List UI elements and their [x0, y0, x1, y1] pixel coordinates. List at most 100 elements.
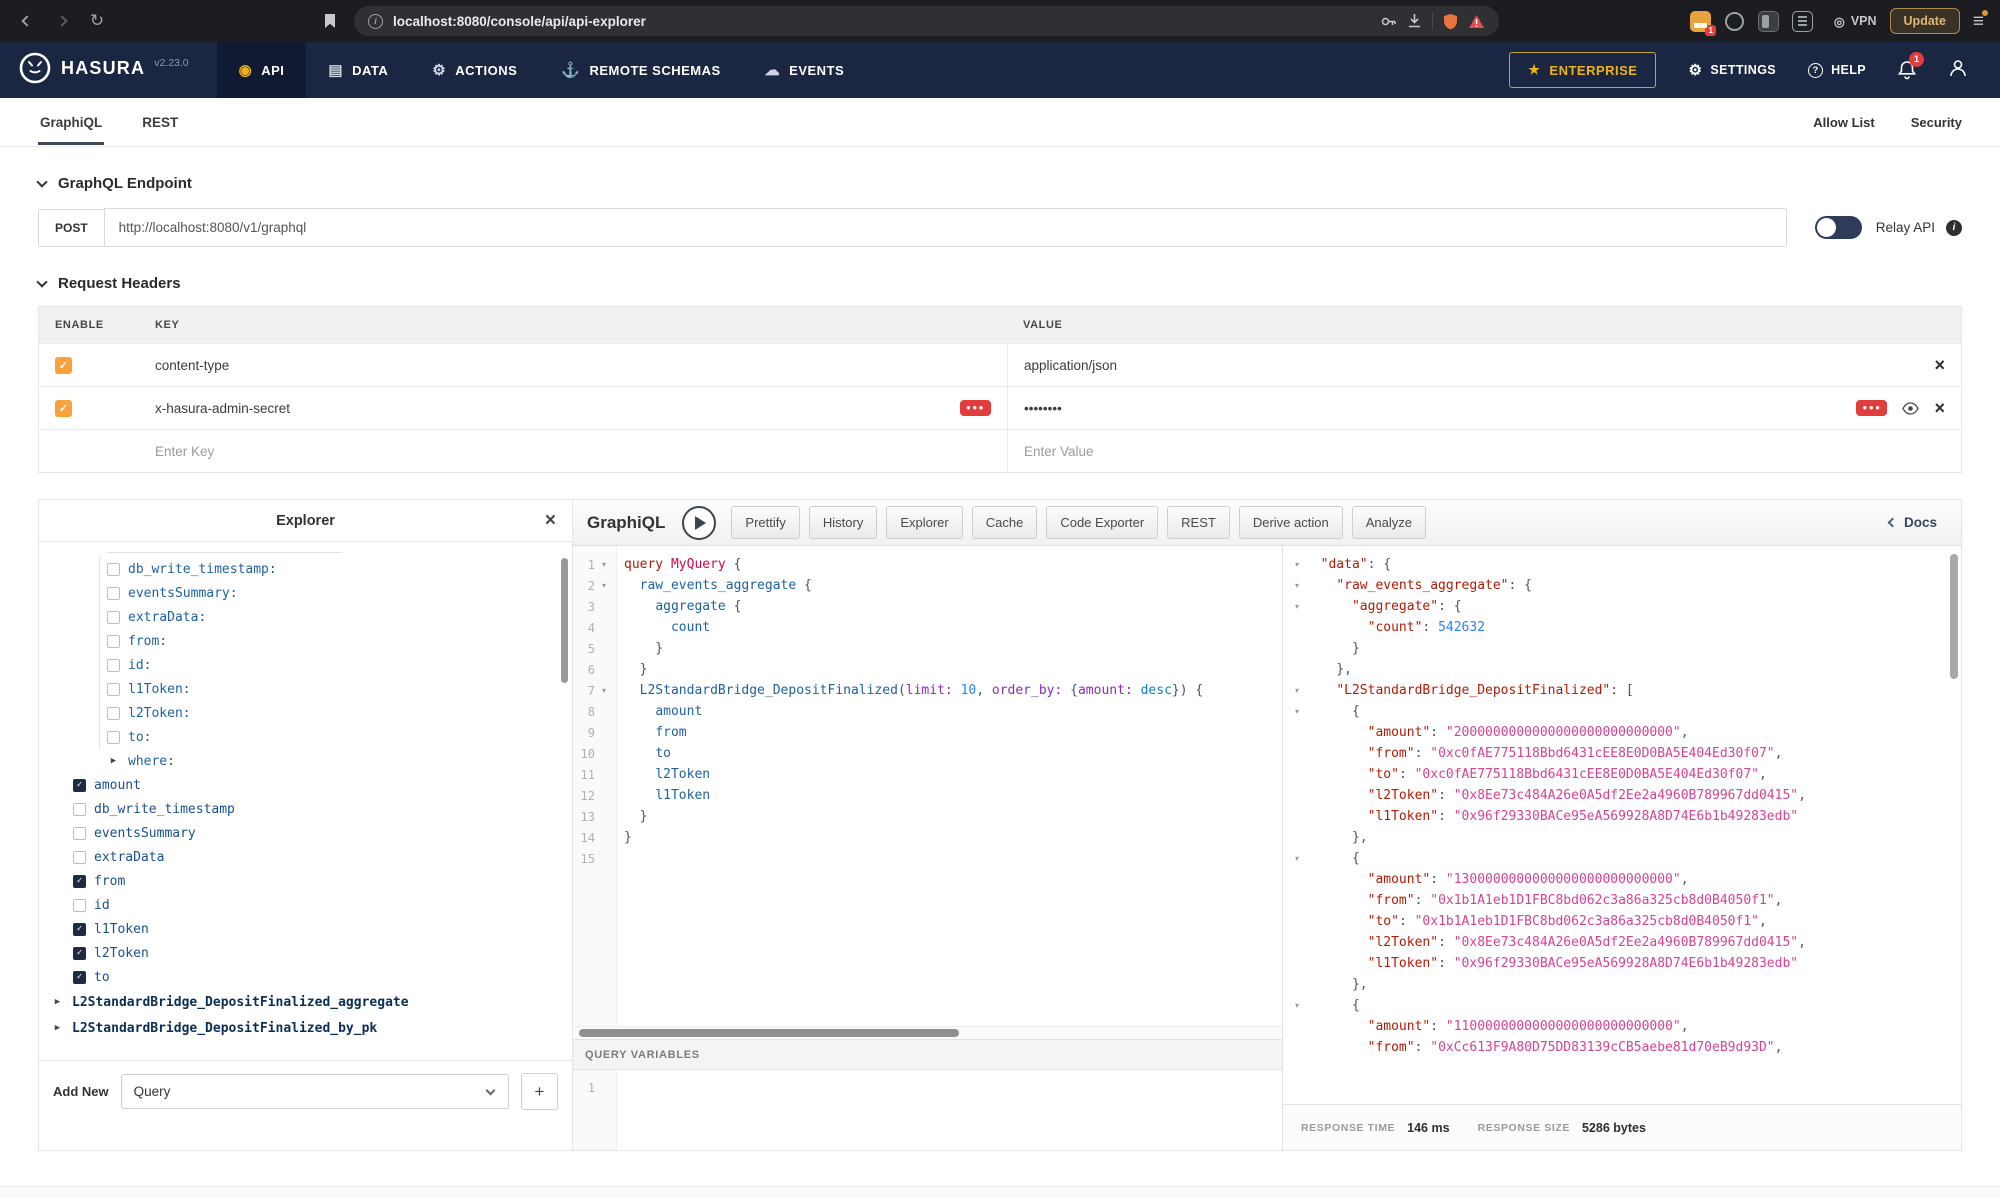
fold-icon[interactable]: ▾: [595, 686, 613, 695]
password-key-icon[interactable]: [1380, 13, 1397, 30]
explorer-item-eventssummary[interactable]: eventsSummary:: [107, 581, 572, 605]
explorer-checkbox[interactable]: ✓: [73, 923, 86, 936]
header-enable-checkbox[interactable]: ✓: [55, 357, 72, 374]
explorer-item-id[interactable]: id: [73, 893, 572, 917]
response-scrollbar[interactable]: [1950, 554, 1958, 679]
explorer-item-l1token[interactable]: ✓l1Token: [73, 917, 572, 941]
forward-icon[interactable]: [51, 17, 73, 25]
nav-tab-events[interactable]: ☁EVENTS: [743, 42, 867, 98]
graphql-endpoint-input[interactable]: http://localhost:8080/v1/graphql: [104, 208, 1787, 247]
explorer-checkbox[interactable]: [107, 563, 120, 576]
browser-menu-icon[interactable]: ≡: [1973, 12, 1984, 31]
query-variables-editor[interactable]: 1: [573, 1070, 1282, 1150]
notifications-button[interactable]: 1: [1898, 60, 1916, 80]
analyze-button[interactable]: Analyze: [1352, 506, 1426, 539]
user-menu-button[interactable]: [1948, 58, 1968, 83]
explorer-checkbox[interactable]: ✓: [73, 779, 86, 792]
subnav-link-security[interactable]: Security: [1911, 115, 1962, 130]
history-button[interactable]: History: [809, 506, 877, 539]
explorer-item-extradata[interactable]: extraData: [73, 845, 572, 869]
explorer-item-db-write-timestamp[interactable]: db_write_timestamp:: [107, 557, 572, 581]
nav-tab-actions[interactable]: ⚙ACTIONS: [410, 42, 539, 98]
explorer-checkbox[interactable]: [73, 899, 86, 912]
new-header-key-input[interactable]: Enter Key: [155, 444, 214, 459]
prettify-button[interactable]: Prettify: [731, 506, 799, 539]
extension-icon-chat[interactable]: 1: [1690, 11, 1711, 32]
explorer-checkbox[interactable]: [107, 731, 120, 744]
header-key[interactable]: x-hasura-admin-secret: [155, 401, 290, 416]
hasura-logo-wrap[interactable]: HASURA v2.23.0: [18, 51, 189, 90]
query-editor[interactable]: 1▾2▾34567▾89101112131415 query MyQuery {…: [573, 546, 1282, 1026]
rest-button[interactable]: REST: [1167, 506, 1230, 539]
derive-action-button[interactable]: Derive action: [1239, 506, 1343, 539]
remove-header-icon[interactable]: ×: [1934, 356, 1945, 374]
explorer-checkbox[interactable]: [73, 827, 86, 840]
explorer-item-l1token[interactable]: l1Token:: [107, 677, 572, 701]
subnav-tab-graphiql[interactable]: GraphiQL: [38, 99, 104, 145]
extension-icon-sidepanel[interactable]: [1758, 11, 1779, 32]
explorer-checkbox[interactable]: [107, 611, 120, 624]
explorer-checkbox[interactable]: [107, 683, 120, 696]
explorer-item-id[interactable]: id:: [107, 653, 572, 677]
nav-tab-data[interactable]: ▤DATA: [306, 42, 410, 98]
explorer-button[interactable]: Explorer: [886, 506, 962, 539]
explorer-item-l2token[interactable]: l2Token:: [107, 701, 572, 725]
expand-arrow-icon[interactable]: ▶: [51, 1023, 64, 1033]
info-icon[interactable]: i: [1946, 220, 1962, 236]
operation-type-select[interactable]: Query: [121, 1074, 509, 1109]
explorer-item-db-write-timestamp[interactable]: db_write_timestamp: [73, 797, 572, 821]
subnav-tab-rest[interactable]: REST: [140, 99, 180, 145]
nav-tab-api[interactable]: ◉API: [217, 42, 307, 98]
back-icon[interactable]: [16, 17, 38, 25]
explorer-checkbox[interactable]: [73, 803, 86, 816]
download-icon[interactable]: [1407, 13, 1422, 29]
site-info-icon[interactable]: i: [368, 14, 383, 29]
fold-icon[interactable]: ▾: [1289, 680, 1305, 701]
explorer-checkbox[interactable]: [73, 851, 86, 864]
explorer-item-extradata[interactable]: extraData:: [107, 605, 572, 629]
explorer-checkbox[interactable]: [107, 587, 120, 600]
address-bar[interactable]: i localhost:8080/console/api/api-explore…: [354, 6, 1499, 36]
header-value[interactable]: application/json: [1024, 358, 1117, 373]
explorer-item-where[interactable]: ▶where:: [99, 749, 572, 773]
warning-icon[interactable]: [1468, 14, 1485, 29]
nav-tab-remote-schemas[interactable]: ⚓REMOTE SCHEMAS: [539, 42, 742, 98]
add-operation-button[interactable]: +: [521, 1073, 558, 1110]
explorer-checkbox[interactable]: [107, 707, 120, 720]
explorer-item-l2standardbridge-depositfinalized-by-pk[interactable]: ▶L2StandardBridge_DepositFinalized_by_pk: [51, 1015, 572, 1041]
cache-button[interactable]: Cache: [972, 506, 1038, 539]
explorer-item-amount[interactable]: ✓amount: [73, 773, 572, 797]
header-key[interactable]: content-type: [155, 358, 229, 373]
vpn-indicator[interactable]: ◎ VPN: [1834, 14, 1877, 29]
expand-arrow-icon[interactable]: ▶: [51, 997, 64, 1007]
explorer-item-from[interactable]: from:: [107, 629, 572, 653]
explorer-close-icon[interactable]: ×: [545, 510, 556, 532]
secret-badge[interactable]: ●●●: [960, 400, 991, 416]
explorer-checkbox[interactable]: ✓: [73, 947, 86, 960]
fold-icon[interactable]: ▾: [1289, 596, 1305, 617]
header-enable-checkbox[interactable]: ✓: [55, 400, 72, 417]
fold-icon[interactable]: ▾: [1289, 701, 1305, 722]
hscroll-thumb[interactable]: [579, 1029, 959, 1037]
bookmark-icon[interactable]: [319, 13, 341, 29]
help-link[interactable]: ? HELP: [1808, 63, 1866, 78]
settings-link[interactable]: ⚙ SETTINGS: [1688, 61, 1776, 79]
fold-icon[interactable]: ▾: [1289, 848, 1305, 869]
explorer-checkbox[interactable]: ✓: [73, 971, 86, 984]
explorer-item-eventssummary[interactable]: eventsSummary: [73, 821, 572, 845]
explorer-item-from[interactable]: ✓from: [73, 869, 572, 893]
explorer-item-to[interactable]: ✓to: [73, 965, 572, 989]
docs-button[interactable]: Docs: [1889, 515, 1947, 530]
update-button[interactable]: Update: [1890, 8, 1960, 34]
explorer-scrollbar[interactable]: [561, 558, 568, 683]
relay-api-toggle[interactable]: [1815, 216, 1862, 239]
explorer-item-l2standardbridge-depositfinalized-aggregate[interactable]: ▶L2StandardBridge_DepositFinalized_aggre…: [51, 989, 572, 1015]
reload-icon[interactable]: ↻: [86, 11, 108, 31]
fold-icon[interactable]: ▾: [1289, 995, 1305, 1016]
new-header-value-input[interactable]: Enter Value: [1024, 444, 1094, 459]
enterprise-button[interactable]: ★ ENTERPRISE: [1509, 52, 1656, 88]
remove-header-icon[interactable]: ×: [1934, 399, 1945, 417]
query-variables-header[interactable]: QUERY VARIABLES: [573, 1039, 1282, 1070]
code-exporter-button[interactable]: Code Exporter: [1046, 506, 1158, 539]
extension-icon-reader[interactable]: [1792, 11, 1813, 32]
